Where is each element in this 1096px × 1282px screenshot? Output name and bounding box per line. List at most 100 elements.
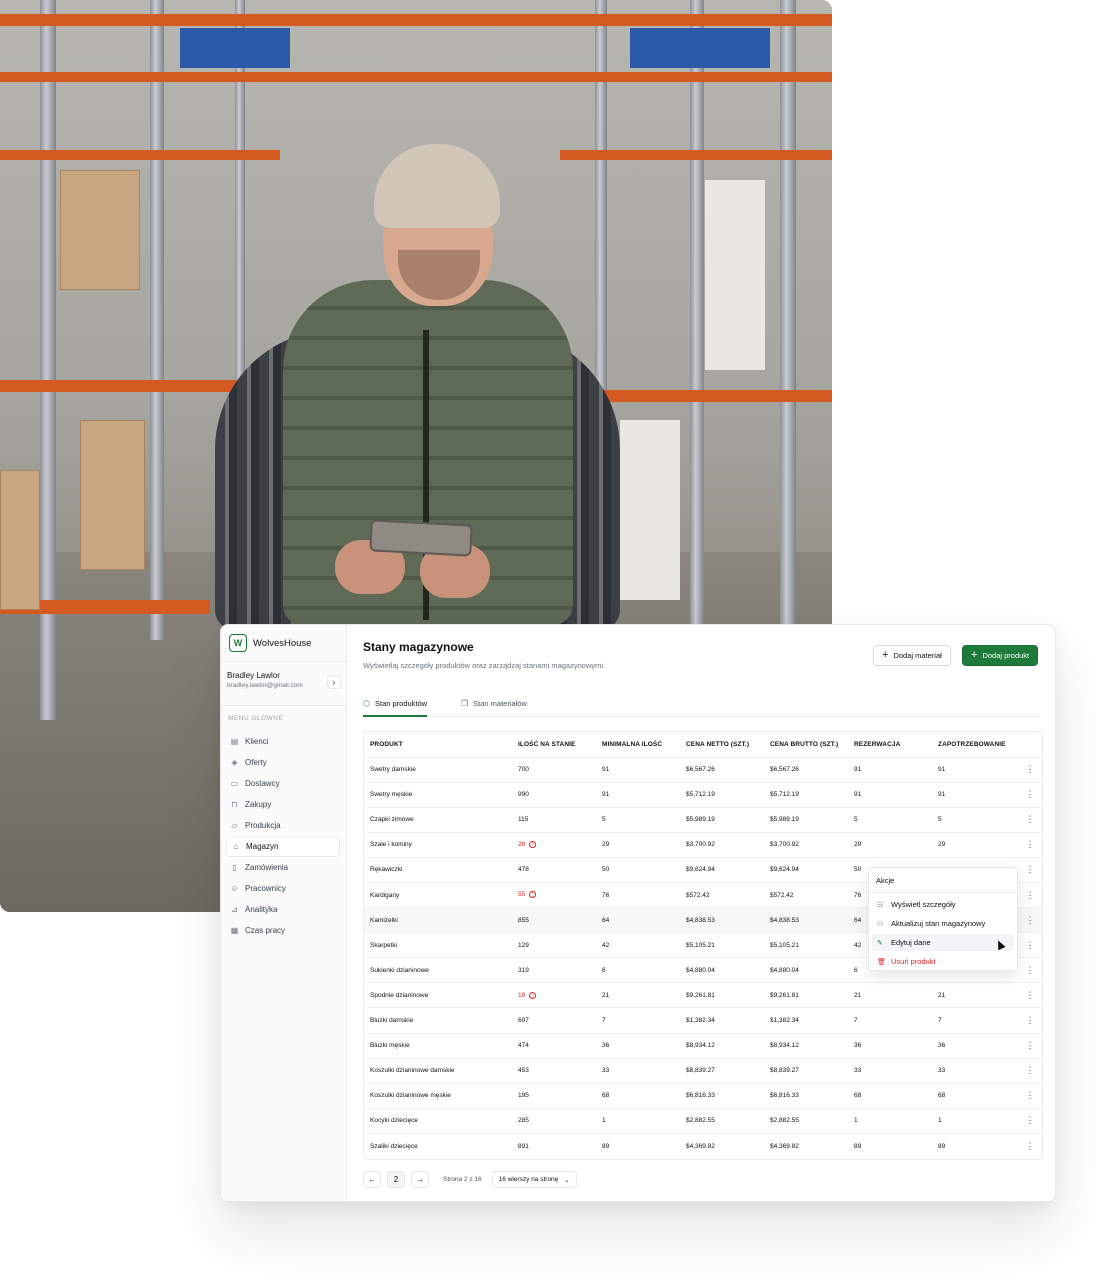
stock-qty: 319	[512, 957, 596, 984]
row-actions-kebab-icon[interactable]: ⋮	[1016, 1058, 1042, 1084]
sidebar-item-produkcja[interactable]: ▱ Produkcja	[226, 815, 340, 836]
col-demand[interactable]: ZAPOTRZEBOWANIE	[932, 732, 1016, 758]
demand-value: 21	[938, 991, 946, 999]
gross-price: $572.42	[764, 882, 848, 909]
table-header: PRODUKT ILOŚĆ NA STANIE MINIMALNA ILOŚĆ …	[364, 732, 1042, 758]
menu-item-update-stock[interactable]: ⚇ Aktualizuj stan magazynowy	[872, 915, 1014, 932]
sidebar-item-magazyn[interactable]: ⌂ Magazyn	[226, 836, 340, 857]
menu-item-label: Aktualizuj stan magazynowy	[891, 919, 986, 928]
reservation-value: 64	[854, 916, 862, 924]
reservation-value: 76	[854, 891, 862, 899]
row-actions-kebab-icon[interactable]: ⋮	[1016, 1033, 1042, 1059]
gross-price: $4,880.04	[764, 957, 848, 984]
current-page[interactable]: 2	[387, 1171, 405, 1188]
gross-price-value: $2,882.55	[770, 1117, 799, 1125]
sidebar-item-zamowienia[interactable]: ▯ Zamówienia	[226, 857, 340, 878]
row-actions-kebab-icon[interactable]: ⋮	[1016, 807, 1042, 833]
product-name: Spodnie dzianinowe	[364, 982, 512, 1009]
gross-price: $8,934.12	[764, 1033, 848, 1059]
net-price-value: $4,838.53	[686, 916, 715, 924]
chevron-right-icon[interactable]: ›	[327, 675, 341, 689]
table-row[interactable]: Spodnie dzianinowe 19! 21 $9,261.81 $9,261.8…	[364, 982, 1042, 1009]
user-email: bradley.lawlor@gmail.com	[227, 682, 303, 689]
net-price-value: $5,712.19	[686, 791, 715, 799]
row-actions-kebab-icon[interactable]: ⋮	[1016, 832, 1042, 858]
min-qty: 36	[596, 1033, 680, 1059]
row-actions-kebab-icon[interactable]: ⋮	[1016, 1108, 1042, 1134]
add-product-button[interactable]: + Dodaj produkt	[962, 645, 1039, 666]
table-row[interactable]: Czapki zimowe 115 5 $5,989.19 $5,989.19 5 5 ⋮	[364, 807, 1042, 833]
plus-icon: +	[882, 649, 889, 661]
gross-price-value: $5,712.19	[770, 791, 799, 799]
col-reservation[interactable]: REZERWACJA	[848, 732, 932, 758]
row-actions-kebab-icon[interactable]: ⋮	[1016, 882, 1042, 909]
stock-qty: 990	[512, 782, 596, 808]
menu-item-edit[interactable]: ✎ Edytuj dane	[872, 934, 1014, 951]
col-min[interactable]: MINIMALNA ILOŚĆ	[596, 732, 680, 758]
row-actions-kebab-icon[interactable]: ⋮	[1016, 1007, 1042, 1034]
table-row[interactable]: Kocyki dziecięce 285 1 $2,882.55 $2,882.55 1 1…	[364, 1108, 1042, 1134]
table-row[interactable]: Koszulki dzianinowe męskie 195 68 $6,816.33…	[364, 1083, 1042, 1109]
table-row[interactable]: Szaliki dziecięce 891 89 $4,369.82 $4,369.82…	[364, 1133, 1042, 1158]
table-row[interactable]: Swetry męskie 990 91 $5,712.19 $5,712.19 91 91…	[364, 782, 1042, 808]
table-row[interactable]: Szale i kominy 28! 29 $3,700.92 $3,700.92 29 2…	[364, 832, 1042, 858]
offers-icon: ◈	[231, 758, 238, 767]
row-actions-kebab-icon[interactable]: ⋮	[1016, 932, 1042, 959]
product-name-value: Koszulki dzianinowe damskie	[370, 1067, 455, 1075]
col-net[interactable]: CENA NETTO (SZT.)	[680, 732, 764, 758]
next-page-button[interactable]: →	[411, 1171, 429, 1188]
gross-price: $4,369.82	[764, 1133, 848, 1158]
tab-bar: ⬡ Stan produktów ❐ Stan materiałów	[363, 687, 1041, 717]
net-price: $5,989.19	[680, 807, 764, 833]
reservation-value: 89	[854, 1142, 862, 1150]
sidebar-item-zakupy[interactable]: ⊓ Zakupy	[226, 794, 340, 815]
demand-value: 89	[938, 1142, 946, 1150]
net-price: $8,934.12	[680, 1033, 764, 1059]
col-product[interactable]: PRODUKT	[364, 732, 512, 758]
sidebar-item-oferty[interactable]: ◈ Oferty	[226, 752, 340, 773]
product-name-value: Szaliki dziecięce	[370, 1142, 418, 1150]
sidebar-item-dostawcy[interactable]: ▭ Dostawcy	[226, 773, 340, 794]
gross-price-value: $9,624.94	[770, 866, 799, 874]
tab-stan-produktow[interactable]: ⬡ Stan produktów	[363, 692, 428, 717]
demand: 68	[932, 1083, 1016, 1109]
table-row[interactable]: Koszulki dzianinowe damskie 453 33 $8,839.2…	[364, 1058, 1042, 1084]
box	[80, 420, 145, 570]
col-gross[interactable]: CENA BRUTTO (SZT.)	[764, 732, 848, 758]
box	[60, 170, 140, 290]
menu-item-label: Usuń produkt	[891, 957, 936, 966]
net-price-value: $8,934.12	[686, 1042, 715, 1050]
prev-page-button[interactable]: ←	[363, 1171, 381, 1188]
stock-qty: 28!	[512, 832, 596, 858]
table-row[interactable]: Swetry damskie 700 91 $6,567.26 $6,567.26 91 9…	[364, 757, 1042, 783]
rows-per-page-select[interactable]: 16 wierszy na stronę ⌄	[491, 1171, 577, 1188]
row-actions-kebab-icon[interactable]: ⋮	[1016, 782, 1042, 808]
row-actions-kebab-icon[interactable]: ⋮	[1016, 907, 1042, 934]
table-row[interactable]: Bluzki damskie 697 7 $1,382.34 $1,382.34 7 7 ⋮	[364, 1007, 1042, 1034]
divider	[221, 661, 347, 662]
sidebar-item-klienci[interactable]: ▤ Klienci	[226, 731, 340, 752]
row-actions-kebab-icon[interactable]: ⋮	[1016, 1133, 1042, 1158]
row-actions-kebab-icon[interactable]: ⋮	[1016, 1083, 1042, 1109]
row-actions-kebab-icon[interactable]: ⋮	[1016, 957, 1042, 984]
add-material-label: Dodaj materiał	[893, 651, 942, 660]
min-qty: 6	[596, 957, 680, 984]
truck-icon: ▭	[230, 779, 239, 788]
gross-price-value: $6,567.26	[770, 766, 799, 774]
sidebar-item-czas-pracy[interactable]: ▦ Czas pracy	[226, 920, 340, 941]
sidebar-item-pracownicy[interactable]: ☺ Pracownicy	[226, 878, 340, 899]
add-material-button[interactable]: + Dodaj materiał	[873, 645, 951, 666]
demand-value: 5	[938, 816, 942, 824]
brand[interactable]: W WolvesHouse	[229, 634, 311, 652]
col-stock[interactable]: ILOŚĆ NA STANIE	[512, 732, 596, 758]
menu-item-delete[interactable]: 🗑 Usuń produkt	[872, 953, 1014, 970]
user-card[interactable]: Bradley Lawlor bradley.lawlor@gmail.com …	[227, 671, 341, 697]
tab-stan-materialow[interactable]: ❐ Stan materiałów	[461, 692, 527, 714]
menu-item-view-details[interactable]: ☷ Wyświetl szczegóły	[872, 896, 1014, 913]
table-row[interactable]: Bluzki męskie 474 36 $8,934.12 $8,934.12 36 36…	[364, 1033, 1042, 1059]
row-actions-kebab-icon[interactable]: ⋮	[1016, 982, 1042, 1009]
sidebar-item-analityka[interactable]: ⊿ Analityka	[226, 899, 340, 920]
row-actions-kebab-icon[interactable]: ⋮	[1016, 857, 1042, 883]
sidebar-item-label: Dostawcy	[245, 779, 280, 788]
row-actions-kebab-icon[interactable]: ⋮	[1016, 757, 1042, 783]
